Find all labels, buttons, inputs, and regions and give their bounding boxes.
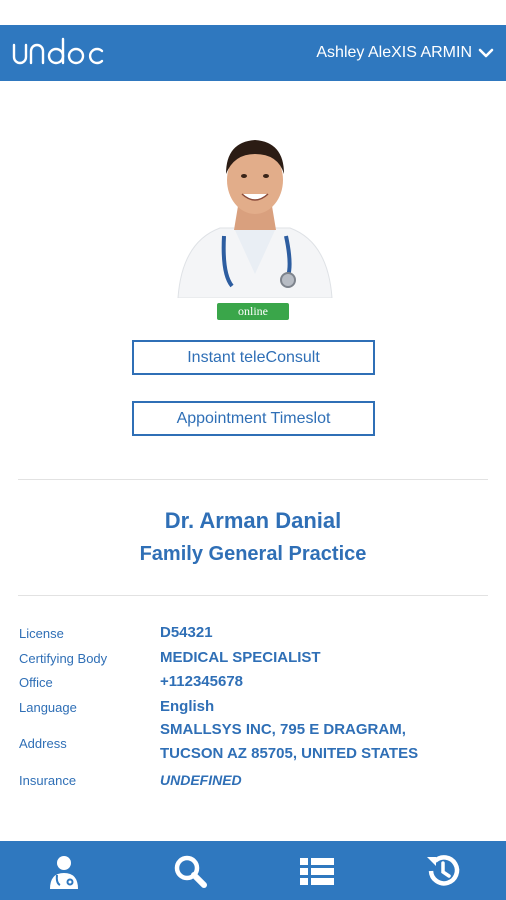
language-value: English <box>160 698 215 715</box>
certifying-body-label: Certifying Body <box>19 651 108 666</box>
doctor-icon[interactable] <box>44 851 84 891</box>
search-icon[interactable] <box>170 851 210 891</box>
user-menu[interactable]: Ashley AleXIS ARMIN <box>316 25 494 81</box>
top-app-bar: Ashley AleXIS ARMIN <box>0 25 506 81</box>
list-icon[interactable] <box>297 851 337 891</box>
bottom-nav-bar <box>0 841 506 900</box>
language-label: Language <box>19 700 77 715</box>
address-value: SMALLSYS INC, 795 E DRAGRAM, TUCSON AZ 8… <box>160 718 418 766</box>
address-line-1: SMALLSYS INC, 795 E DRAGRAM, <box>160 721 406 738</box>
appointment-timeslot-button[interactable]: Appointment Timeslot <box>132 401 375 436</box>
chevron-down-icon <box>478 48 494 58</box>
doctor-photo <box>172 124 338 298</box>
status-badge: online <box>217 303 289 320</box>
history-icon[interactable] <box>423 851 463 891</box>
insurance-value: UNDEFINED <box>160 772 242 788</box>
instant-teleconsult-button[interactable]: Instant teleConsult <box>132 340 375 375</box>
office-label: Office <box>19 675 53 690</box>
doctor-specialty: Family General Practice <box>139 543 367 565</box>
divider <box>18 595 488 596</box>
doctor-name: Dr. Arman Danial <box>164 508 342 533</box>
office-value[interactable]: +112345678 <box>160 673 243 690</box>
user-name: Ashley AleXIS ARMIN <box>316 44 472 61</box>
license-value: D54321 <box>160 624 213 641</box>
address-line-2: TUCSON AZ 85705, UNITED STATES <box>160 745 419 762</box>
certifying-body-value: MEDICAL SPECIALIST <box>160 649 321 666</box>
unidoc-logo[interactable] <box>12 35 112 71</box>
insurance-label: Insurance <box>19 773 77 788</box>
license-label: License <box>19 626 64 641</box>
address-label: Address <box>19 736 67 751</box>
divider <box>18 479 488 480</box>
status-bar <box>0 0 506 25</box>
